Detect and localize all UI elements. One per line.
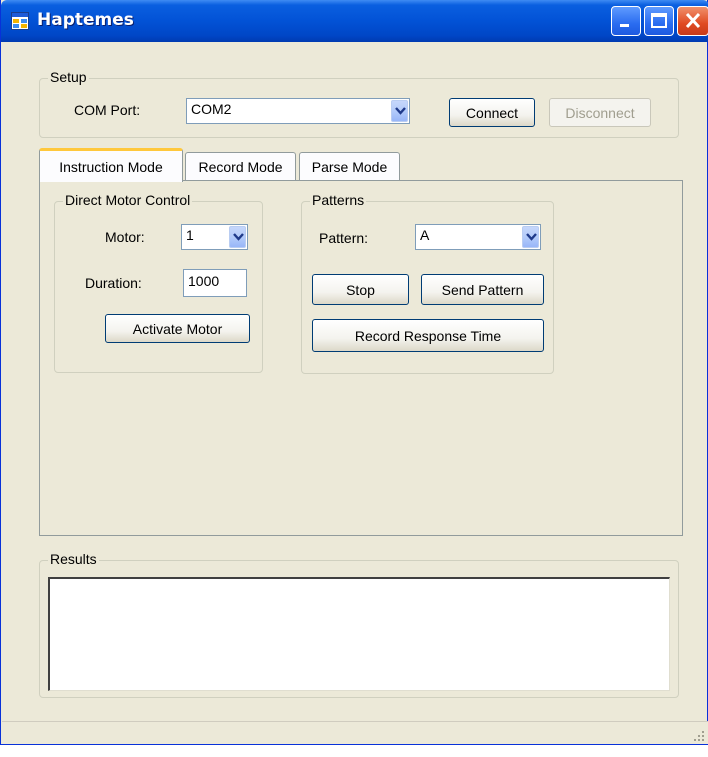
patterns-legend: Patterns <box>310 192 367 208</box>
com-port-select[interactable]: COM2 <box>186 98 410 124</box>
status-bar <box>2 721 708 744</box>
pattern-label: Pattern: <box>319 230 369 246</box>
chevron-down-icon[interactable] <box>229 226 246 248</box>
duration-field[interactable]: 1000 <box>183 269 247 297</box>
maximize-button[interactable] <box>644 6 674 36</box>
chevron-down-icon[interactable] <box>522 226 539 248</box>
motor-label: Motor: <box>105 229 145 245</box>
maximize-icon <box>651 13 667 28</box>
minimize-button[interactable] <box>611 6 641 36</box>
app-window-icon <box>11 12 29 30</box>
tab-parse-mode[interactable]: Parse Mode <box>299 152 400 180</box>
title-bar[interactable]: Haptemes <box>1 0 708 42</box>
pattern-value: A <box>420 227 430 243</box>
direct-motor-control-legend: Direct Motor Control <box>63 192 193 208</box>
pattern-select[interactable]: A <box>415 224 541 250</box>
connect-button[interactable]: Connect <box>449 98 535 127</box>
duration-label: Duration: <box>85 275 142 291</box>
chevron-down-icon[interactable] <box>391 100 408 122</box>
minimize-icon <box>620 24 629 27</box>
motor-select[interactable]: 1 <box>181 224 248 250</box>
results-textarea[interactable] <box>48 577 670 691</box>
resize-grip-icon[interactable] <box>694 731 704 741</box>
close-button[interactable] <box>677 6 708 36</box>
window-title: Haptemes <box>37 10 134 30</box>
main-window: Haptemes Setup COM Port: COM2 Connect Di… <box>0 0 708 745</box>
send-pattern-button[interactable]: Send Pattern <box>421 274 544 305</box>
setup-legend: Setup <box>48 69 89 85</box>
motor-value: 1 <box>186 227 194 243</box>
tab-instruction-mode[interactable]: Instruction Mode <box>39 148 183 182</box>
com-port-label: COM Port: <box>74 102 141 118</box>
stop-button[interactable]: Stop <box>312 274 409 305</box>
activate-motor-button[interactable]: Activate Motor <box>105 314 250 343</box>
tab-record-mode[interactable]: Record Mode <box>185 152 296 180</box>
results-legend: Results <box>48 551 99 567</box>
com-port-value: COM2 <box>191 101 232 117</box>
close-icon <box>685 12 701 29</box>
disconnect-button[interactable]: Disconnect <box>549 98 651 127</box>
record-response-time-button[interactable]: Record Response Time <box>312 319 544 352</box>
